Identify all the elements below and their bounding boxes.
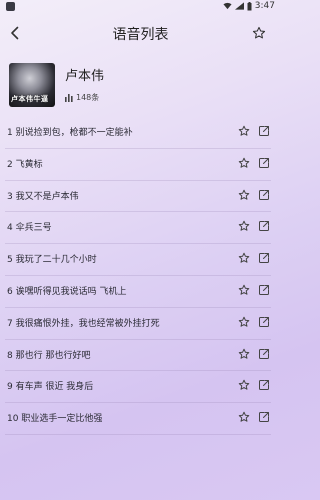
status-time: 3:47 — [254, 1, 275, 11]
star-outline-icon[interactable] — [238, 379, 250, 391]
song-title: 2 飞黄标 — [7, 159, 43, 170]
artist-count-row: 148条 — [65, 92, 99, 103]
artist-info: 卢本伟牛逼 卢本伟 148条 — [9, 63, 269, 107]
song-title: 5 我玩了二十几个小时 — [7, 255, 97, 266]
song-title: 3 我又不是卢本伟 — [7, 191, 79, 202]
page-title: 语音列表 — [112, 27, 169, 43]
list-item[interactable]: 7 我很痛恨外挂，我也经常被外挂打死 — [0, 308, 281, 340]
star-outline-icon[interactable] — [238, 284, 250, 296]
star-outline-icon — [252, 26, 266, 39]
list-item[interactable]: 5 我玩了二十几个小时 — [0, 244, 281, 276]
star-outline-icon[interactable] — [238, 252, 250, 264]
song-title: 9 有车声 很近 我身后 — [7, 382, 94, 393]
song-title: 8 那也行 那也行好吧 — [7, 350, 91, 361]
favorite-list-button[interactable] — [251, 24, 267, 42]
share-icon[interactable] — [258, 348, 270, 360]
song-title: 4 伞兵三号 — [7, 223, 52, 234]
list-item[interactable]: 6 诶嘿听得见我说话吗 飞机上 — [0, 276, 281, 308]
share-icon[interactable] — [258, 379, 270, 391]
share-icon[interactable] — [258, 316, 270, 328]
list-item[interactable]: 4 伞兵三号 — [0, 212, 281, 244]
share-icon[interactable] — [258, 284, 270, 296]
list-item[interactable]: 10 职业选手一定比他强 — [0, 403, 281, 435]
list-item[interactable]: 1 别说捡到包，枪都不一定能补 — [0, 117, 281, 149]
share-icon[interactable] — [258, 220, 270, 232]
star-outline-icon[interactable] — [238, 316, 250, 328]
list-item[interactable]: 8 那也行 那也行好吧 — [0, 340, 281, 372]
song-list: 1 别说捡到包，枪都不一定能补 2 飞黄标 3 我又不是卢本伟 4 伞兵三号 5… — [0, 117, 281, 435]
share-icon[interactable] — [258, 189, 270, 201]
song-title: 10 职业选手一定比他强 — [7, 414, 103, 425]
avatar: 卢本伟牛逼 — [9, 63, 55, 107]
bar-chart-icon — [65, 93, 73, 102]
list-item[interactable]: 2 飞黄标 — [0, 149, 281, 181]
status-icons: 3:47 — [223, 1, 275, 11]
app-notification-icon — [6, 2, 15, 11]
star-outline-icon[interactable] — [238, 125, 250, 137]
share-icon[interactable] — [258, 252, 270, 264]
artist-count: 148条 — [76, 93, 100, 102]
list-item[interactable]: 9 有车声 很近 我身后 — [0, 371, 281, 403]
star-outline-icon[interactable] — [238, 411, 250, 423]
list-item[interactable]: 3 我又不是卢本伟 — [0, 181, 281, 213]
share-icon[interactable] — [258, 411, 270, 423]
song-title: 7 我很痛恨外挂，我也经常被外挂打死 — [7, 318, 160, 329]
wifi-icon — [223, 2, 232, 10]
artist-name: 卢本伟 — [65, 69, 105, 84]
star-outline-icon[interactable] — [238, 220, 250, 232]
battery-icon — [247, 1, 252, 10]
star-outline-icon[interactable] — [238, 348, 250, 360]
signal-icon — [234, 2, 244, 10]
avatar-caption: 卢本伟牛逼 — [11, 95, 49, 103]
header: 语音列表 — [0, 22, 281, 44]
star-outline-icon[interactable] — [238, 157, 250, 169]
star-outline-icon[interactable] — [238, 189, 250, 201]
status-bar: 3:47 — [0, 0, 281, 14]
song-title: 1 别说捡到包，枪都不一定能补 — [7, 128, 133, 138]
share-icon[interactable] — [258, 157, 270, 169]
share-icon[interactable] — [258, 125, 270, 137]
song-title: 6 诶嘿听得见我说话吗 飞机上 — [7, 286, 127, 297]
